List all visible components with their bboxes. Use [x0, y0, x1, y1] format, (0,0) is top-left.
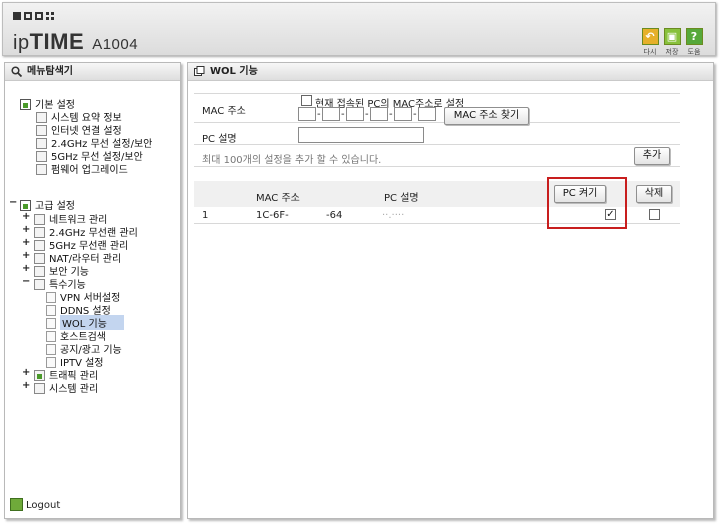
tree-advanced-settings[interactable]: 고급 설정 — [20, 197, 75, 212]
divider — [194, 166, 680, 167]
mac-segment-input[interactable] — [394, 107, 412, 121]
expand-toggle[interactable]: + — [22, 211, 30, 222]
save-icon: ▣ — [663, 28, 681, 45]
model-name: A1004 — [92, 36, 139, 53]
upgrade-icon — [36, 164, 47, 175]
magnifier-icon — [11, 66, 22, 77]
mac-segment-input[interactable] — [346, 107, 364, 121]
pc-desc-input[interactable] — [298, 127, 424, 143]
mac-segment-input[interactable] — [322, 107, 340, 121]
wol-panel-title: WOL 기능 — [188, 63, 713, 81]
column-mac: MAC 주소 — [256, 193, 300, 204]
chart-icon — [34, 383, 45, 394]
app-header: ipTIME A1004 ↶ 다시 ▣ 저장 ? 도움 — [2, 2, 716, 56]
help-button[interactable]: ? 도움 — [684, 28, 704, 57]
mac-segment-input[interactable] — [298, 107, 316, 121]
tree-firmware-upgrade[interactable]: 펌웨어 업그레이드 — [36, 161, 128, 176]
collapse-toggle-advanced[interactable]: − — [9, 197, 17, 208]
row-pc-desc: ··.···· — [382, 210, 405, 221]
undo-icon: ↶ — [641, 28, 659, 45]
row-mac-end: -64 — [326, 210, 343, 221]
mac-segment-input[interactable] — [370, 107, 388, 121]
expand-toggle[interactable]: + — [22, 224, 30, 235]
pc-desc-label: PC 설명 — [202, 134, 237, 145]
expand-toggle[interactable]: + — [22, 250, 30, 261]
wol-panel: WOL 기능 MAC 주소 현재 접속된 PC의 MAC주소로 설정 - - -… — [187, 62, 714, 519]
mac-segment-input[interactable] — [418, 107, 436, 121]
find-mac-button[interactable]: MAC 주소 찾기 — [444, 107, 529, 125]
row-mac-start: 1C-6F- — [256, 210, 289, 221]
save-button[interactable]: ▣ 저장 — [662, 28, 682, 57]
logo-mark — [13, 12, 54, 20]
limit-note: 최대 100개의 설정을 추가 할 수 있습니다. — [202, 155, 382, 166]
divider — [194, 144, 680, 145]
expand-toggle[interactable]: + — [22, 367, 30, 378]
logout-icon — [10, 498, 23, 511]
logout-link[interactable]: Logout — [10, 498, 60, 511]
window-icon — [194, 66, 205, 76]
delete-button[interactable]: 삭제 — [636, 185, 672, 203]
delete-checkbox[interactable] — [649, 209, 660, 220]
menu-explorer-title: 메뉴탐색기 — [5, 63, 180, 81]
expand-toggle[interactable]: + — [22, 380, 30, 391]
help-icon: ? — [685, 28, 703, 45]
collapse-toggle-special[interactable]: − — [22, 276, 30, 287]
divider — [194, 122, 680, 123]
highlight-box — [547, 177, 627, 229]
add-button[interactable]: 추가 — [634, 147, 670, 165]
divider — [194, 93, 680, 94]
undo-button[interactable]: ↶ 다시 — [640, 28, 660, 57]
mac-address-label: MAC 주소 — [202, 106, 246, 117]
expand-toggle[interactable]: + — [22, 237, 30, 248]
column-pc-desc: PC 설명 — [384, 193, 419, 204]
folder-settings-icon — [20, 99, 31, 110]
folder-settings-icon — [20, 200, 31, 211]
tree-system-mgmt[interactable]: 시스템 관리 — [34, 380, 98, 395]
use-current-pc-checkbox[interactable] — [301, 95, 312, 106]
brand-logo: ipTIME A1004 — [13, 29, 139, 54]
expand-toggle[interactable]: + — [22, 263, 30, 274]
row-index: 1 — [202, 210, 209, 221]
folder-icon — [34, 279, 45, 290]
